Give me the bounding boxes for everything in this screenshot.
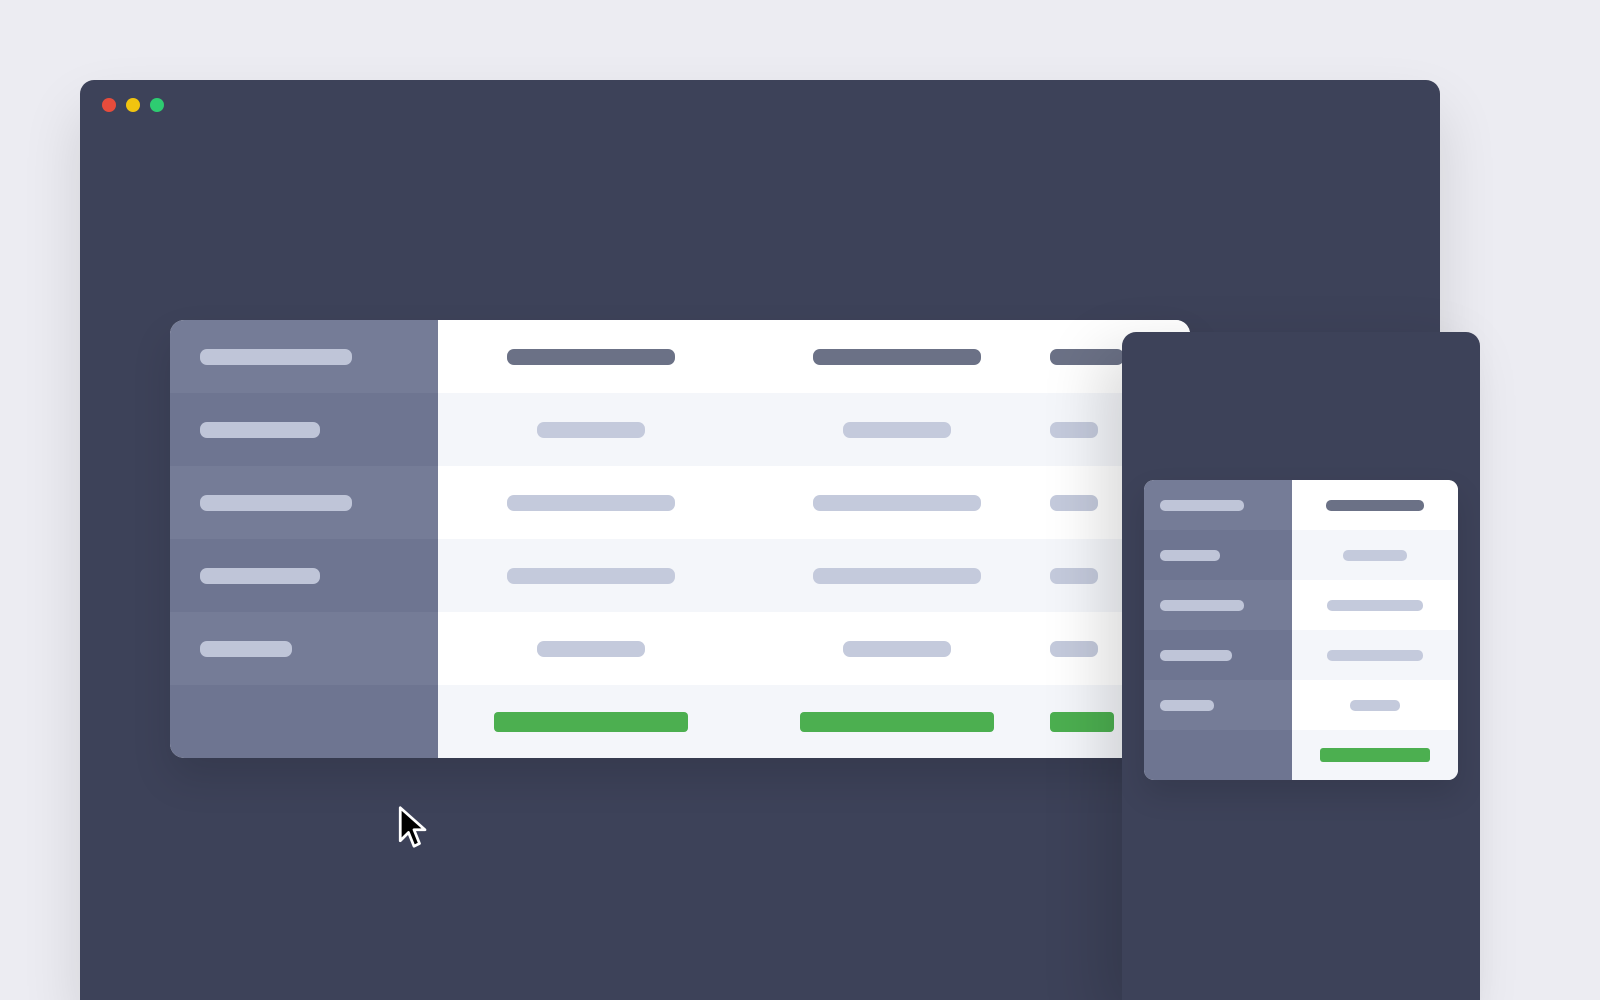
feature-value — [1050, 422, 1098, 438]
feature-label-cell — [170, 393, 438, 466]
feature-value — [1050, 641, 1098, 657]
plan-header-cell — [744, 320, 1050, 393]
feature-value — [1327, 600, 1423, 611]
value-cell — [1292, 680, 1458, 730]
mobile-window — [1122, 332, 1480, 1000]
table-row — [170, 393, 1190, 466]
plan-header-cell — [438, 320, 744, 393]
window-controls: close minimize maximize — [102, 98, 164, 112]
plan-header — [813, 349, 981, 365]
feature-value — [1327, 650, 1423, 661]
cta-cell — [744, 685, 1050, 758]
pointer-cursor-icon — [397, 805, 431, 849]
feature-label-cell — [170, 466, 438, 539]
cta-cell — [1292, 730, 1458, 780]
window-maximize-button[interactable]: maximize — [150, 98, 164, 112]
feature-label-cell — [1144, 630, 1292, 680]
feature-label — [1160, 650, 1232, 661]
value-cell — [1292, 580, 1458, 630]
window-minimize-button[interactable]: minimize — [126, 98, 140, 112]
feature-label-cell — [170, 320, 438, 393]
feature-value — [1350, 700, 1400, 711]
value-cell — [1292, 630, 1458, 680]
feature-label — [200, 349, 352, 365]
plan-header-cell — [1292, 480, 1458, 530]
feature-value — [507, 495, 675, 511]
table-header-row — [1144, 480, 1458, 530]
value-cell — [744, 393, 1050, 466]
plan-header — [507, 349, 675, 365]
feature-label-cell — [170, 612, 438, 685]
table-cta-row — [1144, 730, 1458, 780]
feature-value — [1050, 568, 1098, 584]
value-cell — [438, 612, 744, 685]
table-row — [1144, 630, 1458, 680]
feature-label — [1160, 500, 1244, 511]
table-cta-row — [170, 685, 1190, 758]
comparison-table-mobile — [1144, 480, 1458, 780]
plan-header — [1050, 349, 1124, 365]
feature-value — [1050, 495, 1098, 511]
feature-label-cell — [1144, 480, 1292, 530]
table-header-row — [170, 320, 1190, 393]
feature-value — [813, 568, 981, 584]
comparison-table — [170, 320, 1190, 758]
window-close-button[interactable]: close — [102, 98, 116, 112]
feature-label — [1160, 600, 1244, 611]
feature-value — [843, 641, 951, 657]
value-cell — [744, 539, 1050, 612]
table-row — [170, 466, 1190, 539]
feature-label-cell — [170, 539, 438, 612]
value-cell — [744, 612, 1050, 685]
table-row — [1144, 580, 1458, 630]
table-row — [170, 539, 1190, 612]
feature-value — [813, 495, 981, 511]
table-row — [170, 612, 1190, 685]
value-cell — [438, 466, 744, 539]
feature-label — [200, 422, 320, 438]
feature-label-cell — [1144, 530, 1292, 580]
plan-cta-button[interactable] — [1320, 748, 1430, 762]
value-cell — [744, 466, 1050, 539]
feature-label — [200, 641, 292, 657]
feature-value — [1343, 550, 1407, 561]
plan-cta-button[interactable] — [800, 712, 994, 732]
plan-header — [1326, 500, 1424, 511]
feature-value — [537, 422, 645, 438]
feature-label-cell — [1144, 730, 1292, 780]
feature-label — [200, 495, 352, 511]
feature-value — [507, 568, 675, 584]
plan-cta-button[interactable] — [1050, 712, 1114, 732]
table-row — [1144, 530, 1458, 580]
feature-label-cell — [1144, 680, 1292, 730]
table-row — [1144, 680, 1458, 730]
feature-label-cell — [170, 685, 438, 758]
feature-label — [200, 568, 320, 584]
plan-cta-button[interactable] — [494, 712, 688, 732]
feature-label — [1160, 550, 1220, 561]
feature-value — [843, 422, 951, 438]
value-cell — [438, 393, 744, 466]
value-cell — [1292, 530, 1458, 580]
feature-label — [1160, 700, 1214, 711]
feature-value — [537, 641, 645, 657]
feature-label-cell — [1144, 580, 1292, 630]
value-cell — [438, 539, 744, 612]
cta-cell — [438, 685, 744, 758]
